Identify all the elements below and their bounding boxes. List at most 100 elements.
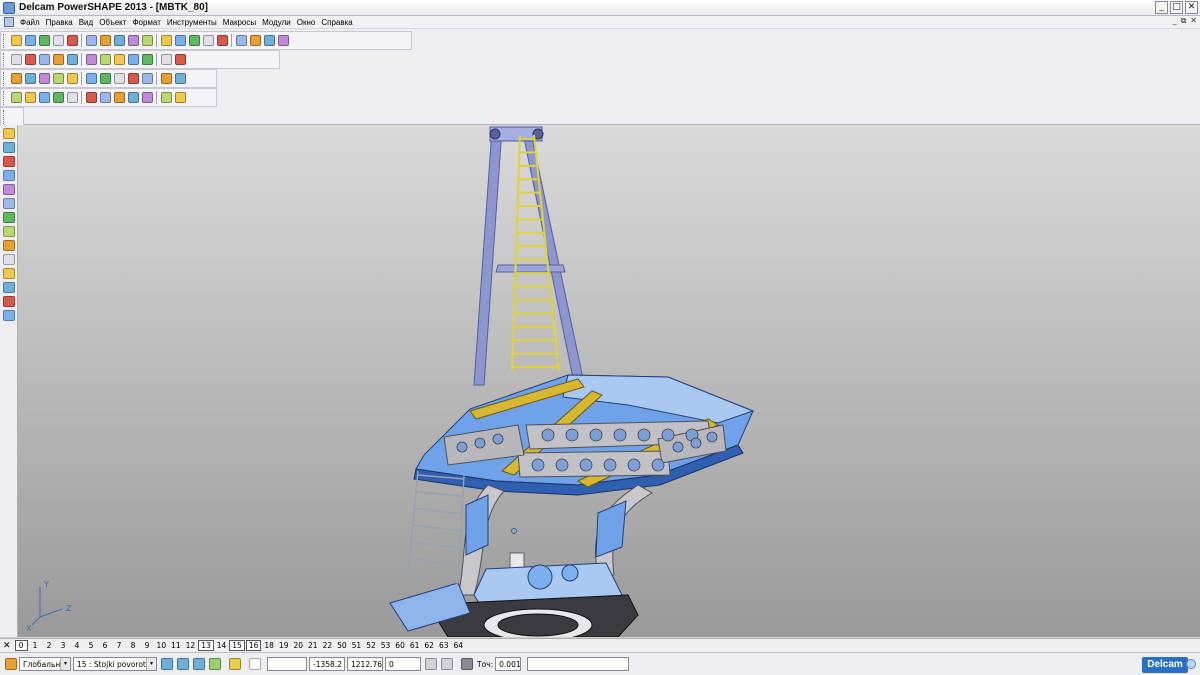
feature-icon[interactable]	[52, 92, 64, 103]
arc-icon[interactable]	[188, 35, 200, 46]
zoom-out-icon[interactable]	[85, 54, 97, 65]
paste-icon[interactable]	[99, 35, 111, 46]
boolean-icon[interactable]	[66, 92, 78, 103]
blend-icon[interactable]	[85, 92, 97, 103]
toolbar-grip[interactable]	[3, 33, 6, 48]
y-coordinate-field[interactable]: 1212.76	[347, 657, 383, 671]
mdi-restore-button[interactable]: ⧉	[1181, 16, 1187, 26]
maximize-button[interactable]: □	[1170, 1, 1183, 14]
mdi-minimize-button[interactable]: _	[1173, 16, 1177, 26]
z-coordinate-field[interactable]: 0	[385, 657, 421, 671]
toolbar-grip[interactable]	[3, 109, 6, 124]
new-file-icon[interactable]	[10, 35, 22, 46]
workspace-icon[interactable]	[441, 658, 453, 670]
point-icon[interactable]	[3, 156, 15, 167]
cut-icon[interactable]	[66, 35, 78, 46]
copy-icon[interactable]	[85, 35, 97, 46]
sheet-icon[interactable]	[24, 73, 36, 84]
extrude-icon[interactable]	[99, 73, 111, 84]
menu-macros[interactable]: Макросы	[220, 18, 259, 27]
rotate-icon[interactable]	[113, 54, 125, 65]
grid-icon[interactable]	[249, 658, 261, 670]
level-53-button[interactable]: 53	[379, 641, 393, 650]
select-arrow-icon[interactable]	[3, 128, 15, 139]
filter-icon[interactable]	[10, 92, 22, 103]
level-9-button[interactable]: 9	[141, 641, 154, 650]
level-50-button[interactable]: 50	[335, 641, 349, 650]
dim4-icon[interactable]	[3, 226, 15, 237]
level-0-button[interactable]: 0	[14, 640, 28, 651]
toolbar-grip[interactable]	[3, 90, 6, 105]
toolbar-grip[interactable]	[3, 71, 6, 86]
delete-icon[interactable]	[113, 35, 125, 46]
level-3-button[interactable]: 3	[57, 641, 70, 650]
solid-icon[interactable]	[127, 73, 139, 84]
graphics-viewport[interactable]: Y Z X	[18, 125, 1200, 637]
fillet-icon[interactable]	[99, 92, 111, 103]
curve-icon[interactable]	[38, 73, 50, 84]
x-coordinate-field[interactable]: -1358.2	[309, 657, 345, 671]
print-icon[interactable]	[52, 35, 64, 46]
assembly-icon[interactable]	[3, 296, 15, 307]
view-icon[interactable]	[3, 142, 15, 153]
zoom-in-icon[interactable]	[66, 54, 78, 65]
menu-file[interactable]: Файл	[17, 18, 43, 27]
level-7-button[interactable]: 7	[113, 641, 126, 650]
workplane-select[interactable]: Глобальна ▾	[19, 657, 71, 671]
block-icon[interactable]	[38, 92, 50, 103]
level-62-button[interactable]: 62	[422, 641, 436, 650]
save-file-icon[interactable]	[38, 35, 50, 46]
selection-icon[interactable]	[209, 658, 221, 670]
view-front-icon[interactable]	[24, 54, 36, 65]
level-11-button[interactable]: 11	[169, 641, 183, 650]
revolve-icon[interactable]	[113, 73, 125, 84]
level-64-button[interactable]: 64	[451, 641, 465, 650]
sphere-icon[interactable]	[66, 73, 78, 84]
menu-help[interactable]: Справка	[318, 18, 355, 27]
render-icon[interactable]	[141, 54, 153, 65]
menu-modules[interactable]: Модули	[259, 18, 294, 27]
undo-icon[interactable]	[127, 35, 139, 46]
solids-icon[interactable]	[3, 282, 15, 293]
group-icon[interactable]	[127, 92, 139, 103]
surface-icon[interactable]	[52, 73, 64, 84]
tools-icon[interactable]	[263, 35, 275, 46]
arcs-icon[interactable]	[3, 254, 15, 265]
tolerance-field[interactable]: 0.001	[495, 657, 522, 671]
cylinder-icon[interactable]	[160, 92, 172, 103]
redo-icon[interactable]	[141, 35, 153, 46]
level-20-button[interactable]: 20	[291, 641, 305, 650]
shell-icon[interactable]	[113, 92, 125, 103]
level-15-button[interactable]: 15	[229, 640, 245, 651]
magnet-icon[interactable]	[277, 35, 289, 46]
level-1-button[interactable]: 1	[29, 641, 42, 650]
minimize-button[interactable]: _	[1155, 1, 1168, 14]
level-bar-close-icon[interactable]: ✕	[3, 641, 11, 651]
level-22-button[interactable]: 22	[321, 641, 335, 650]
workplane-icon[interactable]	[5, 658, 17, 670]
levels-icon[interactable]	[161, 658, 173, 670]
level-60-button[interactable]: 60	[393, 641, 407, 650]
surface-icon[interactable]	[235, 35, 247, 46]
level-19-button[interactable]: 19	[277, 641, 291, 650]
surfaces-icon[interactable]	[3, 268, 15, 279]
warning-icon[interactable]	[3, 170, 15, 181]
menu-window[interactable]: Окно	[294, 18, 319, 27]
level-18-button[interactable]: 18	[262, 641, 276, 650]
mdi-close-button[interactable]: ✕	[1190, 16, 1197, 26]
light-icon[interactable]	[160, 54, 172, 65]
shade-icon[interactable]	[174, 92, 186, 103]
level-52-button[interactable]: 52	[364, 641, 378, 650]
menu-edit[interactable]: Правка	[43, 18, 76, 27]
tool-icon[interactable]	[174, 73, 186, 84]
toolbar-grip[interactable]	[3, 52, 6, 67]
level-14-button[interactable]: 14	[215, 641, 229, 650]
assembly-icon[interactable]	[141, 73, 153, 84]
level-filter-icon[interactable]	[177, 658, 189, 670]
level-6-button[interactable]: 6	[99, 641, 112, 650]
dim2-icon[interactable]	[3, 198, 15, 209]
level-manager-icon[interactable]	[193, 658, 205, 670]
grid-icon[interactable]	[10, 73, 22, 84]
measure-icon[interactable]	[174, 35, 186, 46]
axis-icon[interactable]	[160, 35, 172, 46]
